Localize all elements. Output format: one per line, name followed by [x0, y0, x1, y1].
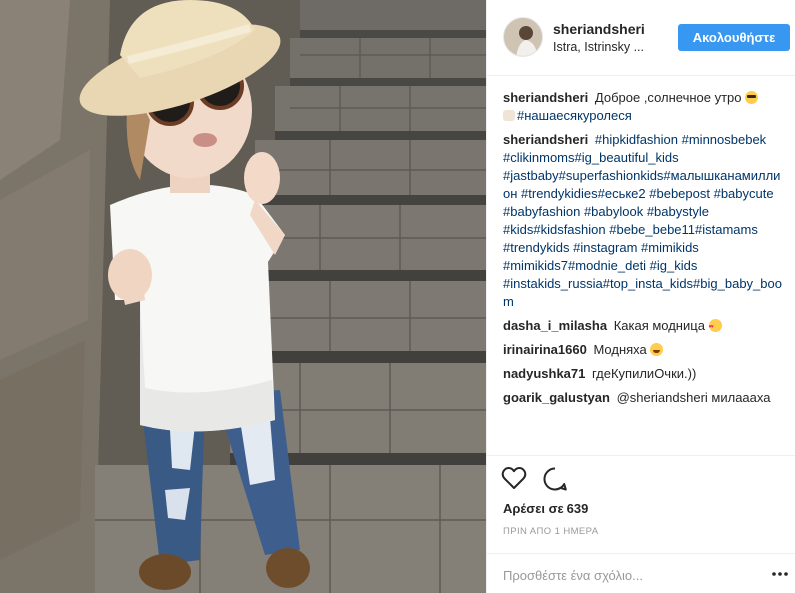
more-options-button[interactable]	[770, 566, 790, 582]
follow-button[interactable]: Ακολουθήστε	[678, 24, 790, 51]
like-button[interactable]	[501, 466, 529, 492]
heart-eyes-emoji-icon	[708, 318, 722, 336]
avatar-image	[504, 18, 542, 56]
comment-hashtag[interactable]: #нашаесякуролеся	[517, 108, 632, 123]
comment-username[interactable]: dasha_i_milasha	[503, 318, 607, 333]
comment-text: @sheriandsheri милаааха	[616, 390, 771, 405]
comment-item: dasha_i_milasha Какая модница	[503, 317, 787, 336]
comments-list[interactable]: sheriandsheri Доброе ,солнечное утро #на…	[503, 89, 787, 444]
add-comment-bar	[487, 553, 795, 593]
comment-item: nadyushka71 гдеКупилиОчки.))	[503, 365, 787, 383]
laughing-emoji-icon	[650, 343, 664, 356]
comment-username[interactable]: sheriandsheri	[503, 132, 588, 147]
comment-item: sheriandsheri #hipkidfashion #minnosbebe…	[503, 131, 787, 311]
add-comment-input[interactable]	[503, 565, 743, 585]
comment-text: Какая модница	[613, 318, 705, 333]
sunglasses-emoji-icon	[745, 91, 759, 104]
comment-button[interactable]	[542, 466, 570, 492]
comment-text: гдеКупилиОчки.))	[592, 366, 697, 381]
heart-icon	[501, 467, 527, 489]
comment-username[interactable]: sheriandsheri	[503, 90, 588, 105]
likes-summary[interactable]: Αρέσει σε 639	[503, 501, 588, 516]
comment-text: Доброе ,солнечное утро	[594, 90, 742, 105]
comment-item: goarik_galustyan @sheriandsheri милаааха	[503, 389, 787, 407]
comment-item: irinairina1660 Модняха	[503, 341, 787, 359]
likes-count: 639	[566, 501, 589, 516]
comment-username[interactable]: irinairina1660	[503, 342, 587, 357]
likes-label: Αρέσει σε	[503, 501, 564, 516]
comment-text: Модняха	[593, 342, 647, 357]
avatar[interactable]	[503, 17, 543, 57]
more-options-icon	[772, 572, 788, 576]
post-panel: sheriandsheri Istra, Istrinsky ... Ακολο…	[486, 0, 795, 593]
comment-hashtags[interactable]: #hipkidfashion #minnosbebek #clikinmoms#…	[503, 132, 782, 309]
comment-item: sheriandsheri Доброе ,солнечное утро #на…	[503, 89, 787, 125]
post-photo[interactable]	[0, 0, 486, 593]
photo-illustration	[0, 0, 486, 593]
comment-username[interactable]: goarik_galustyan	[503, 390, 610, 405]
speech-bubble-icon	[543, 467, 567, 491]
post-timestamp[interactable]: ΠΡΙΝ ΑΠΟ 1 ΗΜΕΡΑ	[503, 526, 598, 537]
username-link[interactable]: sheriandsheri	[553, 21, 645, 37]
comment-username[interactable]: nadyushka71	[503, 366, 585, 381]
location-link[interactable]: Istra, Istrinsky ...	[553, 40, 644, 54]
post-header: sheriandsheri Istra, Istrinsky ... Ακολο…	[487, 0, 795, 76]
raised-hands-emoji-icon	[503, 110, 515, 121]
